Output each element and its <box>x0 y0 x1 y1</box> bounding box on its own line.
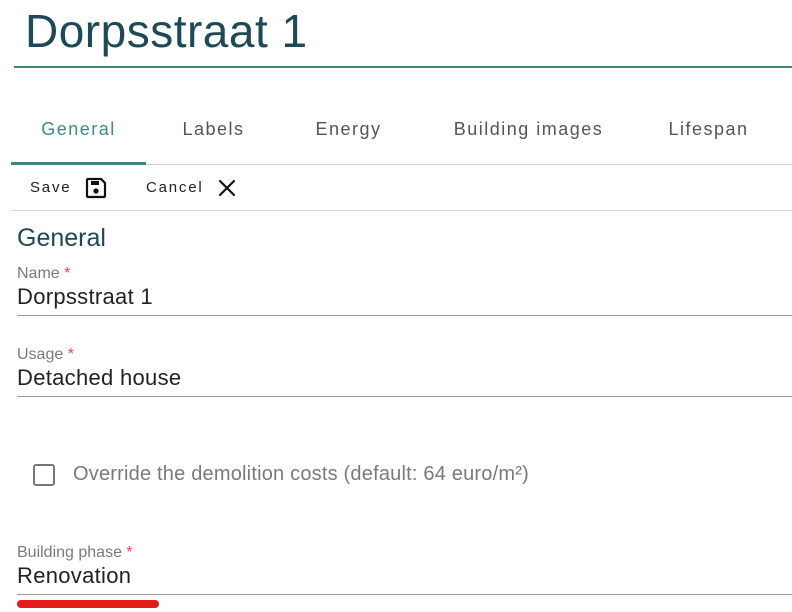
building-phase-field[interactable]: Building phase * Renovation <box>17 544 792 595</box>
page-title: Dorpsstraat 1 <box>25 5 308 57</box>
toolbar: Save Cancel <box>11 165 792 211</box>
tab-general[interactable]: General <box>11 104 146 165</box>
usage-label: Usage * <box>17 346 792 364</box>
override-demolition-row[interactable]: Override the demolition costs (default: … <box>33 463 529 486</box>
name-field[interactable]: Name * Dorpsstraat 1 <box>17 265 792 316</box>
building-phase-label-text: Building phase <box>17 544 122 561</box>
save-icon <box>85 177 107 199</box>
tab-lifespan[interactable]: Lifespan <box>641 104 776 163</box>
required-mark: * <box>126 544 133 561</box>
usage-label-text: Usage <box>17 346 64 363</box>
building-phase-input[interactable]: Renovation <box>17 563 792 595</box>
annotation-underline <box>17 600 159 608</box>
override-demolition-label: Override the demolition costs (default: … <box>73 463 529 485</box>
title-divider <box>14 66 792 68</box>
name-label: Name * <box>17 265 792 283</box>
override-demolition-checkbox[interactable] <box>33 463 55 486</box>
cancel-button[interactable]: Cancel <box>146 165 236 210</box>
name-input[interactable]: Dorpsstraat 1 <box>17 284 792 316</box>
tab-labels[interactable]: Labels <box>146 104 281 163</box>
section-title: General <box>17 224 106 252</box>
tab-bar: General Labels Energy Building images Li… <box>11 104 792 165</box>
close-icon <box>218 179 236 197</box>
save-label: Save <box>30 179 72 196</box>
cancel-label: Cancel <box>146 179 204 196</box>
required-mark: * <box>64 265 71 282</box>
name-label-text: Name <box>17 265 60 282</box>
tab-energy[interactable]: Energy <box>281 104 416 163</box>
required-mark: * <box>67 346 74 363</box>
usage-field[interactable]: Usage * Detached house <box>17 346 792 397</box>
tab-building-images[interactable]: Building images <box>416 104 641 163</box>
building-phase-label: Building phase * <box>17 544 792 562</box>
save-button[interactable]: Save <box>30 165 107 210</box>
usage-input[interactable]: Detached house <box>17 365 792 397</box>
